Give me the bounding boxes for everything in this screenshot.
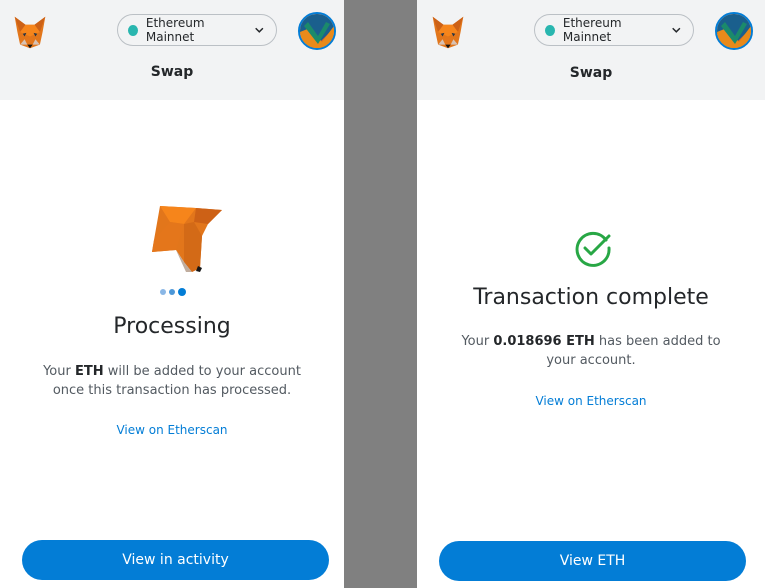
view-on-etherscan-link[interactable]: View on Etherscan	[0, 423, 344, 437]
metamask-fox-icon	[152, 206, 222, 272]
processing-description: Your ETH will be added to your account o…	[43, 364, 301, 398]
complete-description: Your 0.018696 ETH has been added to your…	[461, 334, 721, 368]
network-status-dot	[128, 24, 138, 36]
loading-dots	[160, 288, 186, 296]
view-in-activity-button[interactable]: View in activity	[22, 540, 329, 580]
network-selector[interactable]: Ethereum Mainnet	[534, 14, 694, 46]
metamask-fox-icon[interactable]	[430, 14, 466, 50]
processing-heading: Processing	[113, 314, 231, 339]
view-on-etherscan-link[interactable]: View on Etherscan	[417, 394, 765, 408]
network-selector[interactable]: Ethereum Mainnet	[117, 14, 277, 46]
check-circle-icon	[575, 231, 611, 267]
network-name: Ethereum Mainnet	[145, 16, 205, 44]
network-status-dot	[545, 24, 555, 36]
account-avatar[interactable]	[298, 12, 336, 50]
chevron-down-icon	[255, 27, 264, 33]
app-header: Ethereum Mainnet Swap	[417, 0, 765, 100]
chevron-down-icon	[672, 27, 681, 33]
account-avatar[interactable]	[715, 12, 753, 50]
token-symbol: ETH	[74, 364, 104, 379]
page-title: Swap	[569, 65, 613, 81]
view-eth-button[interactable]: View ETH	[439, 541, 746, 581]
page-title: Swap	[150, 64, 194, 80]
network-name: Ethereum Mainnet	[562, 16, 622, 44]
app-header: Ethereum Mainnet Swap	[0, 0, 344, 100]
transaction-complete-screen: Ethereum Mainnet Swap Transaction comple…	[417, 0, 765, 588]
received-amount: 0.018696 ETH	[493, 334, 595, 349]
metamask-fox-icon[interactable]	[12, 14, 48, 50]
processing-screen: Ethereum Mainnet Swap Processing Your ET…	[0, 0, 344, 588]
transaction-complete-heading: Transaction complete	[473, 285, 709, 310]
